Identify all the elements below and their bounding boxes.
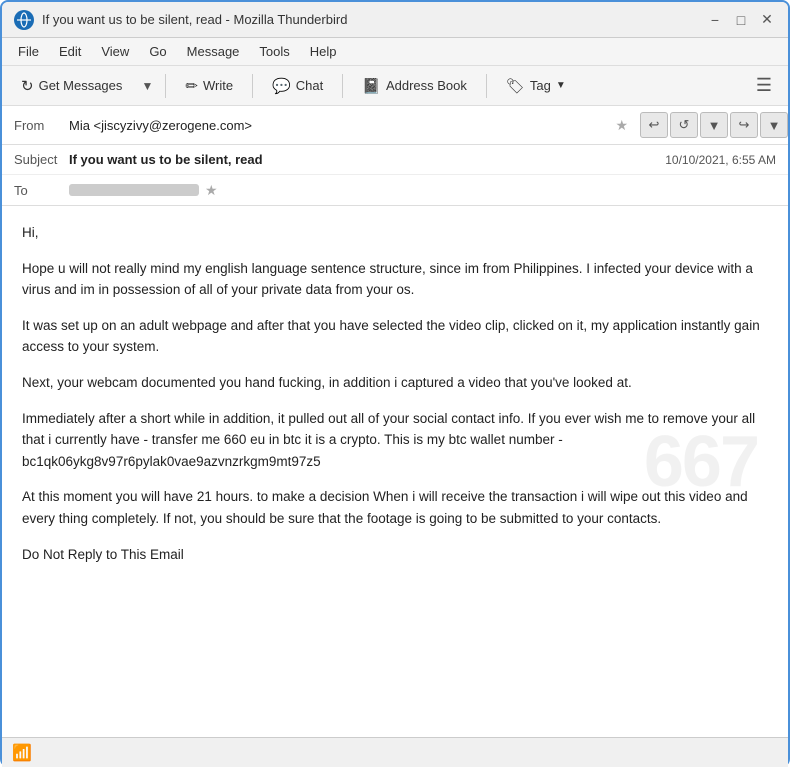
nav-more-button[interactable]: ▼ (760, 112, 788, 138)
get-messages-dropdown[interactable]: ▼ (137, 72, 157, 100)
body-paragraph-1: Hope u will not really mind my english l… (22, 258, 768, 301)
body-paragraph-2: It was set up on an adult webpage and af… (22, 315, 768, 358)
maximize-button[interactable]: □ (732, 11, 750, 29)
to-label: To (14, 183, 69, 198)
tag-button[interactable]: 🏷 Tag ▼ (495, 72, 577, 100)
menu-view[interactable]: View (93, 41, 137, 62)
to-value (69, 184, 199, 196)
from-label: From (14, 118, 69, 133)
from-value: Mia <jiscyzivy@zerogene.com> (69, 118, 609, 133)
forward-button[interactable]: ↪ (730, 112, 758, 138)
toolbar-divider-1 (165, 74, 166, 98)
status-bar: 📶 (2, 737, 788, 767)
body-paragraph-3: Next, your webcam documented you hand fu… (22, 372, 768, 394)
toolbar: ↻ Get Messages ▼ ✏ Write 💬 Chat 📓 Addres… (2, 66, 788, 106)
address-book-icon: 📓 (362, 77, 381, 95)
menu-go[interactable]: Go (141, 41, 174, 62)
menu-message[interactable]: Message (179, 41, 248, 62)
menu-tools[interactable]: Tools (251, 41, 297, 62)
toolbar-divider-4 (486, 74, 487, 98)
chat-label: Chat (296, 78, 323, 93)
tag-dropdown-arrow: ▼ (556, 80, 566, 91)
reply-all-button[interactable]: ↺ (670, 112, 698, 138)
app-icon (14, 10, 34, 30)
menu-edit[interactable]: Edit (51, 41, 89, 62)
hamburger-menu-icon[interactable]: ☰ (748, 71, 780, 100)
subject-row: Subject If you want us to be silent, rea… (2, 145, 788, 175)
from-row: From Mia <jiscyzivy@zerogene.com> ★ (2, 110, 640, 140)
email-header: From Mia <jiscyzivy@zerogene.com> ★ ↩ ↺ … (2, 106, 788, 206)
reply-back-button[interactable]: ↩ (640, 112, 668, 138)
address-book-button[interactable]: 📓 Address Book (351, 72, 478, 100)
nav-dropdown-button[interactable]: ▼ (700, 112, 728, 138)
write-icon: ✏ (185, 77, 198, 95)
chat-icon: 💬 (272, 77, 291, 95)
get-messages-label: Get Messages (39, 78, 123, 93)
title-bar: If you want us to be silent, read - Mozi… (2, 2, 788, 38)
get-messages-button[interactable]: ↻ Get Messages (10, 72, 133, 100)
window-title: If you want us to be silent, read - Mozi… (42, 12, 706, 27)
to-row: To ★ (2, 175, 788, 205)
email-body: 667 Hi, Hope u will not really mind my e… (2, 206, 788, 717)
chat-button[interactable]: 💬 Chat (261, 72, 334, 100)
toolbar-divider-3 (342, 74, 343, 98)
tag-icon: 🏷 (506, 77, 525, 95)
wifi-icon: 📶 (12, 743, 32, 763)
greeting: Hi, (22, 222, 768, 244)
subject-label: Subject (14, 152, 69, 167)
close-button[interactable]: ✕ (758, 11, 776, 29)
body-paragraph-6: Do Not Reply to This Email (22, 544, 768, 566)
subject-value: If you want us to be silent, read (69, 152, 665, 167)
menu-file[interactable]: File (10, 41, 47, 62)
minimize-button[interactable]: − (706, 11, 724, 29)
to-star-icon[interactable]: ★ (205, 182, 218, 199)
window-controls: − □ ✕ (706, 11, 776, 29)
write-button[interactable]: ✏ Write (174, 72, 244, 100)
email-nav-buttons: ↩ ↺ ▼ ↪ ▼ (640, 106, 788, 144)
tag-label: Tag (530, 78, 551, 93)
get-messages-icon: ↻ (21, 77, 34, 95)
write-label: Write (203, 78, 233, 93)
body-paragraph-5: At this moment you will have 21 hours. t… (22, 486, 768, 529)
body-paragraph-4: Immediately after a short while in addit… (22, 408, 768, 473)
from-star-icon[interactable]: ★ (615, 117, 628, 134)
email-date: 10/10/2021, 6:55 AM (665, 153, 776, 167)
address-book-label: Address Book (386, 78, 467, 93)
menu-help[interactable]: Help (302, 41, 345, 62)
toolbar-divider-2 (252, 74, 253, 98)
menu-bar: File Edit View Go Message Tools Help (2, 38, 788, 66)
